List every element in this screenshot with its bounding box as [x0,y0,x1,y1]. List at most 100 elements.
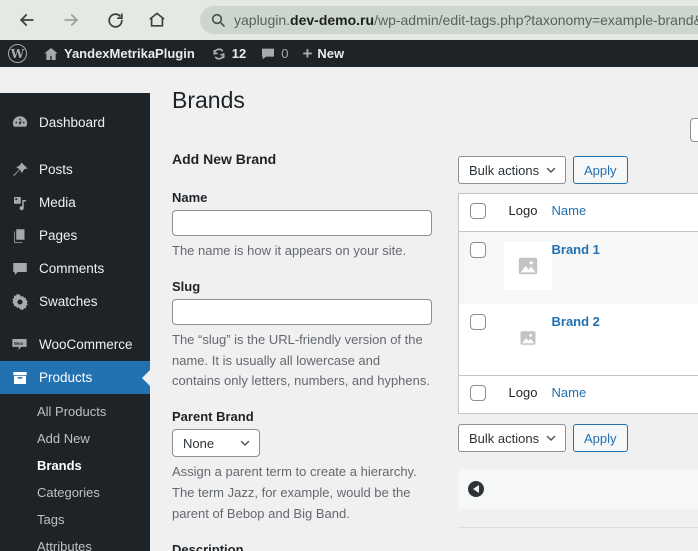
apply-button[interactable]: Apply [573,156,628,184]
description-label: Description [172,541,244,551]
select-all-checkbox[interactable] [470,385,486,401]
column-footer-logo: Logo [508,385,538,400]
chevron-down-icon [546,167,556,173]
slug-input[interactable] [172,298,432,325]
submenu-categories[interactable]: Categories [0,479,150,506]
brand-name-link[interactable]: Brand 1 [552,242,600,257]
name-label: Name [172,190,208,205]
sidebar-item-comments[interactable]: Comments [0,252,150,285]
table-row: Brand 1 [458,231,698,304]
media-icon [10,193,29,212]
submenu-attributes[interactable]: Attributes [0,533,150,551]
bulk-actions-select[interactable]: Bulk actions [458,156,566,184]
image-placeholder-icon [518,257,537,275]
main-content: Brands Add New Brand Name The name is ho… [150,67,698,551]
dashboard-icon [10,113,29,132]
brand-logo-placeholder [503,313,552,362]
add-brand-form: Add New Brand Name The name is how it ap… [172,151,432,551]
comments-count: 0 [281,46,289,61]
table-row: Brand 2 [459,304,698,376]
sidebar-item-posts[interactable]: Posts [0,153,150,186]
image-placeholder-icon [520,330,535,345]
slug-label: Slug [172,278,201,294]
sidebar-item-label: Comments [39,261,105,276]
bulk-actions-value: Bulk actions [469,430,540,446]
parent-brand-value: None [183,435,215,451]
bulk-actions-row-bottom: Bulk actions Apply [458,424,698,452]
wordpress-admin-window: yaplugin.dev-demo.ru/wp-admin/edit-tags.… [0,0,698,551]
address-bar[interactable]: yaplugin.dev-demo.ru/wp-admin/edit-tags.… [200,6,698,34]
previous-arrow-button[interactable] [468,481,484,497]
table-header-row: Logo Name [458,194,698,232]
sidebar-item-label: WooCommerce [39,337,133,352]
search-icon [211,13,225,27]
address-url: yaplugin.dev-demo.ru/wp-admin/edit-tags.… [234,12,698,28]
submenu-tags[interactable]: Tags [0,506,150,533]
sidebar-item-label: Pages [39,228,78,243]
row-checkbox[interactable] [470,242,486,258]
wordpress-logo-icon[interactable]: W [8,44,27,63]
browser-toolbar: yaplugin.dev-demo.ru/wp-admin/edit-tags.… [0,0,698,40]
admin-bar-updates[interactable]: 12 [211,46,246,62]
admin-bar-comments[interactable]: 0 [260,46,288,62]
browser-back-icon[interactable] [14,7,40,33]
wp-admin-bar: W YandexMetrikaPlugin 12 0 + New [0,40,698,67]
browser-forward-icon[interactable] [58,7,84,33]
left-triangle-icon [472,485,479,493]
sidebar-item-dashboard[interactable]: Dashboard [0,106,150,139]
sidebar-separator [0,139,150,153]
sidebar-item-pages[interactable]: Pages [0,219,150,252]
chevron-down-icon [240,440,250,446]
sidebar-item-label: Swatches [39,294,98,309]
brand-name-link[interactable]: Brand 2 [552,314,600,329]
apply-button[interactable]: Apply [573,424,628,452]
products-submenu: All Products Add New Brands Categories T… [0,394,150,551]
admin-bar-site-name: YandexMetrikaPlugin [64,46,195,61]
slug-help-text: The “slug” is the URL-friendly version o… [172,331,430,389]
parent-brand-help-text: Assign a parent term to create a hierarc… [172,464,417,521]
brands-table: Logo Name Brand 1 Brand 2 Logo Name [458,193,698,414]
name-input[interactable] [172,210,432,236]
pushpin-icon [10,160,29,179]
browser-refresh-icon[interactable] [102,7,128,33]
sidebar-item-products[interactable]: Products [0,361,150,394]
bulk-actions-select[interactable]: Bulk actions [458,424,566,452]
page-title: Brands [172,87,245,113]
sidebar-item-label: Dashboard [39,115,106,130]
column-footer-name[interactable]: Name [552,376,698,414]
sidebar-separator [0,318,150,328]
sidebar-item-swatches[interactable]: Swatches [0,285,150,318]
sidebar-item-label: Media [39,195,76,210]
form-section-title: Add New Brand [172,151,277,167]
updates-icon [211,46,227,62]
carousel-band [458,469,698,509]
home-icon [43,46,59,62]
row-checkbox[interactable] [470,313,486,330]
sidebar-item-woocommerce[interactable]: Woo WooCommerce [0,328,150,361]
products-icon [10,368,29,387]
bulk-actions-value: Bulk actions [469,162,540,178]
browser-home-icon[interactable] [144,7,170,33]
submenu-all-products[interactable]: All Products [0,398,150,425]
updates-count: 12 [231,46,247,61]
comments-bubble-icon [260,46,276,62]
search-brands-input[interactable] [690,118,698,142]
submenu-brands[interactable]: Brands [0,452,150,479]
brand-logo-placeholder [503,242,552,290]
section-divider [458,527,698,528]
sidebar-item-label: Posts [39,162,73,177]
plus-icon: + [302,44,313,63]
submenu-add-new[interactable]: Add New [0,425,150,452]
admin-bar-new-button[interactable]: + New [302,45,344,62]
bulk-actions-row-top: Bulk actions Apply [458,156,698,184]
name-help-text: The name is how it appears on your site. [172,243,407,258]
woocommerce-icon: Woo [10,335,29,354]
parent-brand-label: Parent Brand [172,409,254,425]
gear-icon [10,292,29,311]
select-all-checkbox[interactable] [470,203,486,219]
column-header-name[interactable]: Name [552,194,698,232]
parent-brand-select[interactable]: None [172,429,260,458]
admin-bar-site-link[interactable]: YandexMetrikaPlugin [43,46,195,62]
sidebar-item-media[interactable]: Media [0,186,150,219]
admin-sidebar-menu: Dashboard Posts Media Pages Comments Swa… [0,93,150,551]
